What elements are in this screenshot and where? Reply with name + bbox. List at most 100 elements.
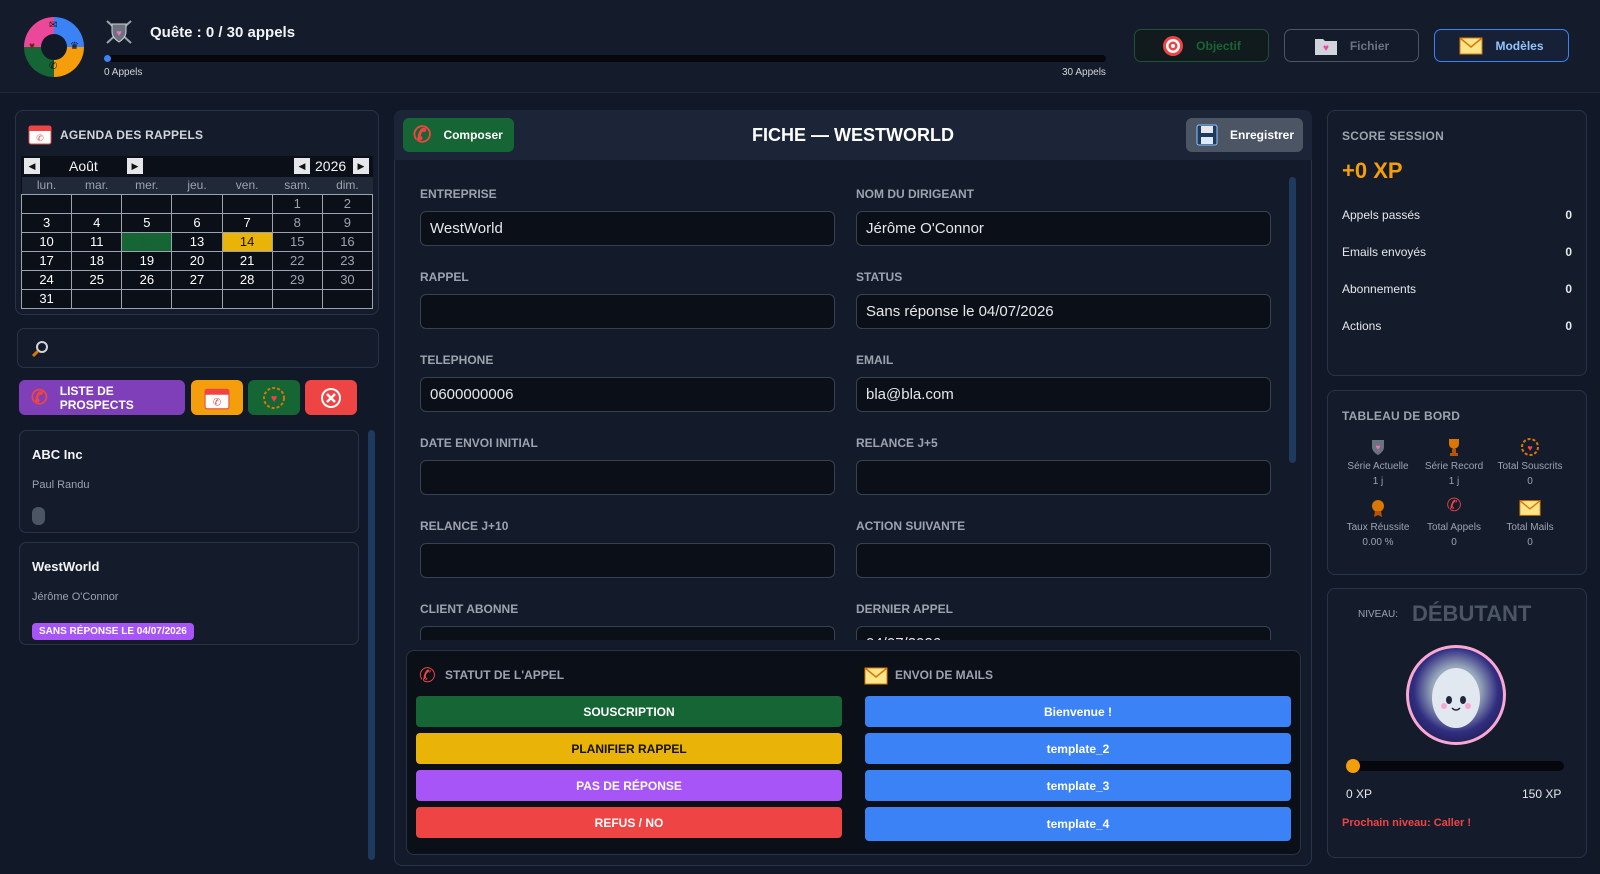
email-field[interactable]: bla@bla.com (856, 377, 1271, 412)
calendar-day (121, 288, 173, 309)
telephone-field[interactable]: 0600000006 (420, 377, 835, 412)
prospect-card[interactable]: WestWorld Jérôme O'Connor SANS RÉPONSE L… (19, 542, 359, 645)
calendar-day (121, 193, 173, 214)
date-envoi-field[interactable] (420, 460, 835, 495)
calendar-day[interactable]: 9 (321, 212, 374, 233)
calendar-day[interactable]: 3 (20, 212, 73, 233)
calendar-day[interactable]: 15 (271, 231, 323, 252)
calendar-day (221, 193, 273, 214)
filter-rappel-button[interactable]: ✆ (191, 380, 243, 415)
calendar-day[interactable]: 8 (271, 212, 323, 233)
dernier-appel-label: DERNIER APPEL (856, 602, 953, 616)
calendar-day[interactable]: 31 (20, 288, 73, 309)
prospect-scrollbar[interactable] (368, 430, 375, 860)
mail-template-button[interactable]: template_4 (865, 807, 1291, 841)
relance10-field[interactable] (420, 543, 835, 578)
calendar-day[interactable]: 6 (171, 212, 223, 233)
rappel-field[interactable] (420, 294, 835, 329)
calendar-day[interactable]: 20 (171, 250, 223, 271)
pas-de-reponse-button[interactable]: PAS DE RÉPONSE (416, 770, 842, 801)
score-row: Abonnements 0 (1342, 282, 1572, 296)
calendar-day[interactable]: 13 (171, 231, 223, 252)
next-month-button[interactable]: ▶ (127, 158, 143, 174)
dernier-appel-field[interactable]: 04/07/2026 (856, 626, 1271, 640)
calendar-day (271, 288, 323, 309)
calendar-day[interactable]: 2 (321, 193, 374, 214)
calendar-day[interactable]: 11 (71, 231, 123, 252)
session-xp: +0 XP (1342, 158, 1403, 183)
top-bar: ✉ ♛ ✆ ♥ ♥ Quête : 0 / 30 appels 0 Appels… (0, 0, 1600, 93)
fichier-button[interactable]: ♥ Fichier (1284, 29, 1419, 62)
score-label: Abonnements (1342, 282, 1417, 296)
dashboard-title: TABLEAU DE BORD (1342, 409, 1461, 423)
fiche-scrollbar[interactable] (1289, 177, 1296, 463)
next-year-button[interactable]: ▶ (353, 158, 369, 174)
calendar-day[interactable]: 27 (171, 269, 223, 290)
refus-button[interactable]: REFUS / NO (416, 807, 842, 838)
dirigeant-field[interactable]: Jérôme O'Connor (856, 211, 1271, 246)
weekday-header: mer. (121, 177, 172, 194)
calendar-day[interactable]: 19 (121, 250, 173, 271)
score-value: 0 (1565, 245, 1572, 259)
calendar-day[interactable]: 5 (121, 212, 173, 233)
calendar-day[interactable]: 12 (121, 231, 173, 252)
calendar-day[interactable]: 10 (20, 231, 73, 252)
modeles-button[interactable]: Modèles (1434, 29, 1569, 62)
mail-template-button[interactable]: Bienvenue ! (865, 696, 1291, 727)
calendar-day[interactable]: 14 (221, 231, 273, 252)
score-title: SCORE SESSION (1342, 129, 1444, 143)
calendar: ◀ Août ▶ ◀ 2026 ▶ lun. mar. mer. jeu. ven. sa… (20, 156, 374, 309)
weekday-header: ven. (222, 177, 273, 194)
filter-refus-button[interactable] (305, 380, 357, 415)
calendar-day[interactable]: 29 (271, 269, 323, 290)
calendar-day[interactable]: 25 (71, 269, 123, 290)
entreprise-label: ENTREPRISE (420, 187, 497, 201)
calendar-day[interactable]: 22 (271, 250, 323, 271)
calendar-day[interactable]: 30 (321, 269, 374, 290)
filter-souscrit-button[interactable]: ♥ (248, 380, 300, 415)
dashboard-stat: Total Mails 0 (1492, 498, 1568, 550)
score-value: 0 (1565, 319, 1572, 333)
quest-title: Quête : 0 / 30 appels (150, 24, 296, 41)
svg-text:♥: ♥ (1323, 43, 1329, 54)
dashboard-stat: Taux Réussite 0.00 % (1340, 498, 1416, 550)
save-button[interactable]: Enregistrer (1186, 118, 1303, 152)
relance5-field[interactable] (856, 460, 1271, 495)
calendar-day[interactable]: 16 (321, 231, 374, 252)
prospect-list-label: LISTE DE PROSPECTS (59, 383, 134, 412)
objectif-button[interactable]: Objectif (1134, 29, 1269, 62)
mail-template-button[interactable]: template_2 (865, 733, 1291, 764)
calendar-day[interactable]: 24 (20, 269, 73, 290)
egg-mascot-icon (1432, 668, 1480, 728)
action-suivante-field[interactable] (856, 543, 1271, 578)
stat-value: 0 (1527, 476, 1533, 487)
calendar-day[interactable]: 4 (71, 212, 123, 233)
medal-icon (1372, 500, 1384, 517)
dashboard-stat: ♥ Série Actuelle 1 j (1340, 437, 1416, 489)
modeles-label: Modèles (1495, 38, 1544, 53)
planifier-rappel-button[interactable]: PLANIFIER RAPPEL (416, 733, 842, 764)
heart-icon: ♥ (29, 41, 35, 52)
client-abonne-field[interactable] (420, 626, 835, 640)
prospect-list-button[interactable]: ✆ LISTE DE PROSPECTS (19, 380, 185, 415)
prev-year-button[interactable]: ◀ (294, 158, 310, 174)
calendar-day[interactable]: 26 (121, 269, 173, 290)
prospect-card[interactable]: ABC Inc Paul Randu (19, 430, 359, 533)
calendar-day[interactable]: 7 (221, 212, 273, 233)
calendar-day[interactable]: 1 (271, 193, 323, 214)
calendar-day[interactable]: 21 (221, 250, 273, 271)
dashboard-stat: ✆ Total Appels 0 (1416, 496, 1492, 550)
status-field[interactable]: Sans réponse le 04/07/2026 (856, 294, 1271, 329)
calendar-day[interactable]: 17 (20, 250, 73, 271)
calendar-day[interactable]: 18 (71, 250, 123, 271)
search-input[interactable] (58, 337, 358, 361)
mail-template-button[interactable]: template_3 (865, 770, 1291, 801)
stat-value: 0 (1527, 537, 1533, 548)
close-icon (321, 387, 341, 408)
calendar-day[interactable]: 23 (321, 250, 374, 271)
calendar-day[interactable]: 28 (221, 269, 273, 290)
entreprise-field[interactable]: WestWorld (420, 211, 835, 246)
prev-month-button[interactable]: ◀ (24, 158, 40, 174)
actions-box: ✆ STATUT DE L'APPEL ENVOI DE MAILS SOUSC… (406, 650, 1301, 855)
souscription-button[interactable]: SOUSCRIPTION (416, 696, 842, 727)
